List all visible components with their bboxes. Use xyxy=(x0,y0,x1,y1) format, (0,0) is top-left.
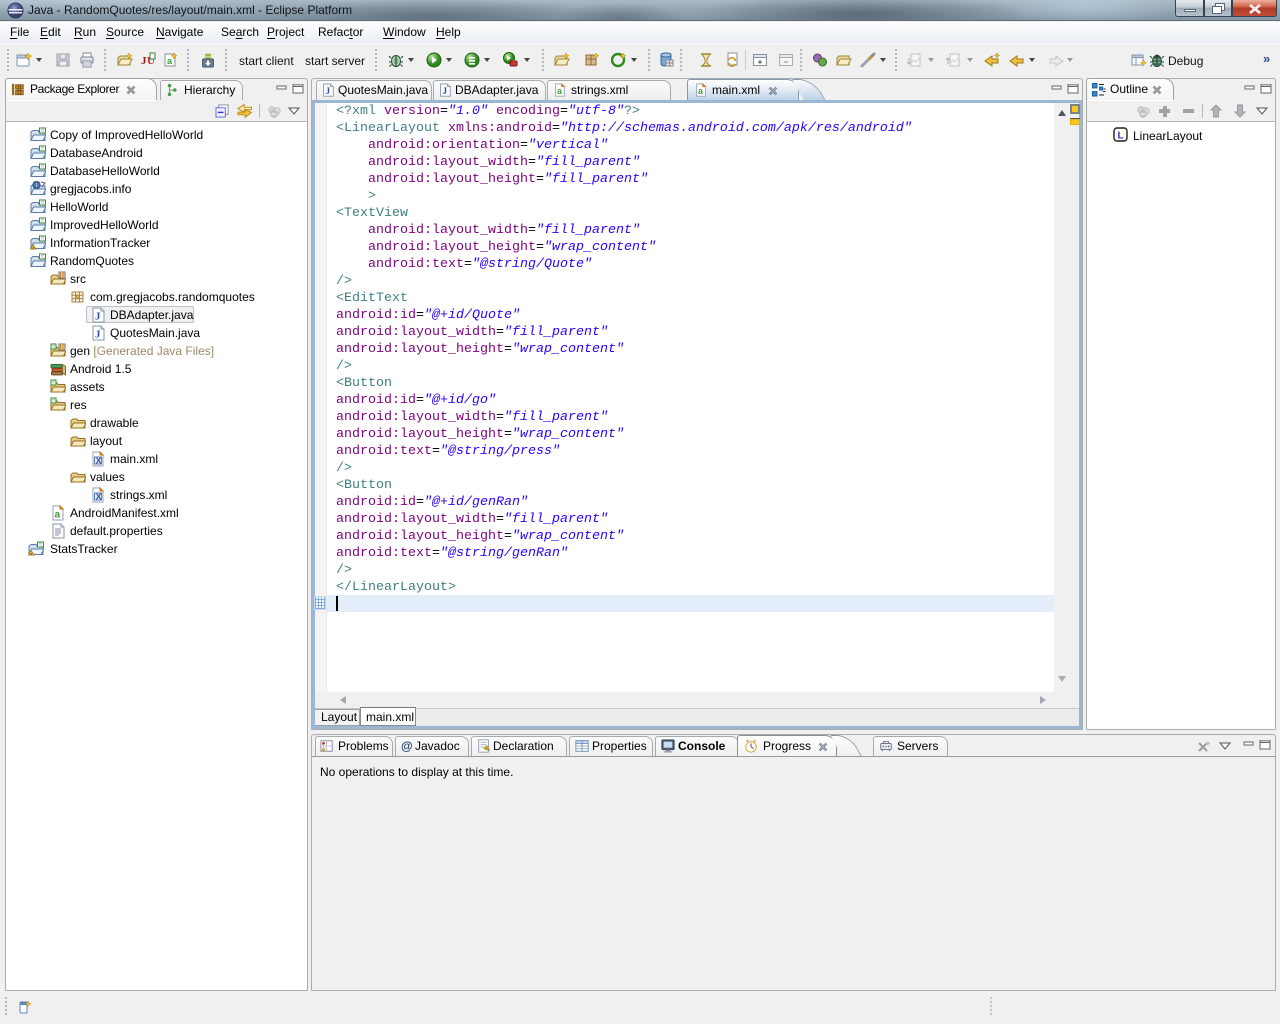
svg-text:L: L xyxy=(1118,131,1124,142)
